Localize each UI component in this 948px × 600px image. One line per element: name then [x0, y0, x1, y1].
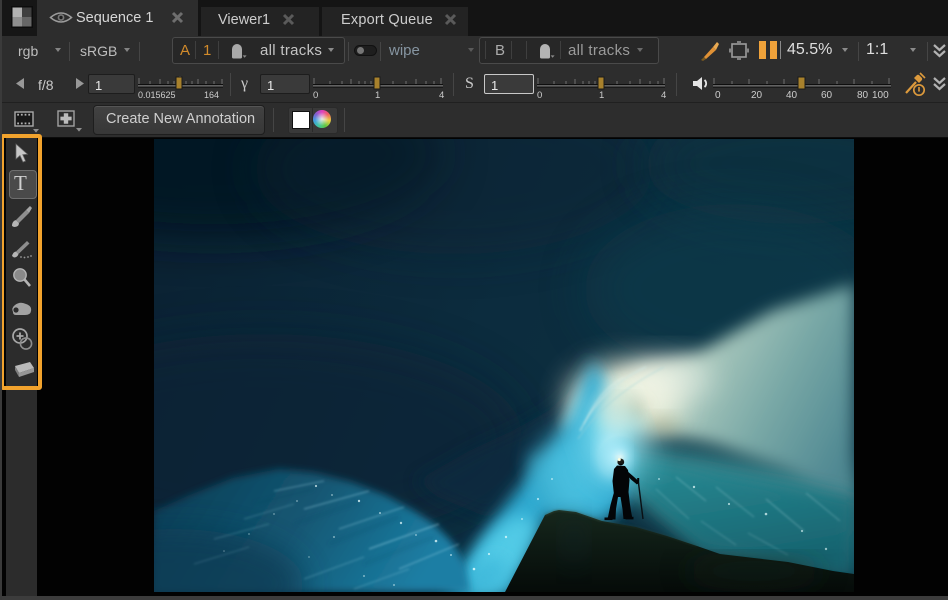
svg-text:0: 0	[715, 90, 721, 100]
svg-text:4: 4	[661, 90, 666, 100]
svg-text:0: 0	[537, 90, 542, 100]
svg-text:20: 20	[751, 90, 763, 100]
svg-text:0: 0	[313, 90, 318, 100]
svg-text:40: 40	[786, 90, 798, 100]
svg-text:164: 164	[204, 90, 219, 100]
svg-text:100: 100	[872, 90, 889, 100]
svg-text:1: 1	[599, 90, 604, 100]
svg-text:0.015625: 0.015625	[138, 90, 176, 100]
svg-text:1: 1	[375, 90, 380, 100]
svg-text:4: 4	[439, 90, 444, 100]
svg-text:80: 80	[857, 90, 869, 100]
svg-text:60: 60	[821, 90, 833, 100]
